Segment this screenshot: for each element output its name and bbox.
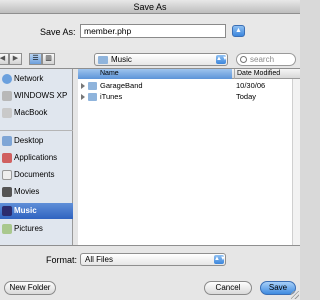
columns-icon: ▥ <box>45 55 52 62</box>
disclosure-triangle-icon[interactable] <box>81 83 85 89</box>
collapse-dialog-button[interactable]: ▲ <box>232 25 245 37</box>
file-date: Today <box>236 92 257 101</box>
sidebar-item-label: Music <box>14 206 37 215</box>
file-date: 10/30/06 <box>236 81 266 90</box>
globe-icon <box>2 74 12 84</box>
navigation-toolbar: ◀ ▶ ☰ ▥ Music ▲▼ search <box>0 50 300 68</box>
movies-icon <box>2 187 12 197</box>
sidebar-divider <box>0 130 73 131</box>
file-name: iTunes <box>100 92 123 101</box>
sidebar-item-movies[interactable]: Movies <box>0 184 73 200</box>
sidebar-item-label: Network <box>14 74 44 83</box>
forward-button[interactable]: ▶ <box>9 53 22 65</box>
drive-icon <box>2 108 12 118</box>
documents-icon <box>2 170 12 180</box>
search-input[interactable]: search <box>236 53 296 66</box>
desktop-icon <box>2 136 12 146</box>
save-as-dialog: Save As Save As: member.php ▲ ◀ ▶ ☰ ▥ Mu… <box>0 0 300 300</box>
back-button[interactable]: ◀ <box>0 53 9 65</box>
sidebar-item-applications[interactable]: Applications <box>0 150 73 166</box>
sidebar-item-label: WINDOWS XP <box>14 91 68 100</box>
file-name: GarageBand <box>100 81 143 90</box>
list-view-button[interactable]: ☰ <box>29 53 42 65</box>
sidebar-item-documents[interactable]: Documents <box>0 167 73 183</box>
resize-grip-icon[interactable] <box>291 291 299 299</box>
cancel-button[interactable]: Cancel <box>204 281 252 295</box>
sidebar-item-desktop[interactable]: Desktop <box>0 133 73 149</box>
sidebar-item-label: Pictures <box>14 224 43 233</box>
column-header-date[interactable]: Date Modified <box>234 69 280 79</box>
sidebar-item-music[interactable]: Music <box>0 203 73 219</box>
sidebar-item-pictures[interactable]: Pictures <box>0 221 73 237</box>
arrow-left-icon: ◀ <box>0 55 6 62</box>
column-header: Name Date Modified <box>78 69 300 79</box>
sidebar-item-label: Applications <box>14 153 58 162</box>
pictures-icon <box>2 224 12 234</box>
file-list: Name Date Modified GarageBand 10/30/06 i… <box>78 69 300 245</box>
search-icon <box>240 56 247 63</box>
location-label: Music <box>111 55 132 64</box>
disclosure-triangle-icon[interactable] <box>81 94 85 100</box>
format-popup[interactable]: All Files ▲▼ <box>80 253 226 266</box>
location-popup[interactable]: Music ▲▼ <box>94 53 228 66</box>
sidebar: Network WINDOWS XP MacBook Desktop Appli… <box>0 69 73 245</box>
applications-icon <box>2 153 12 163</box>
sidebar-item-label: Documents <box>14 170 55 179</box>
save-as-label: Save As: <box>40 27 76 37</box>
sidebar-item-label: MacBook <box>14 108 48 117</box>
folder-icon <box>88 93 97 101</box>
chevron-down-icon: ▲▼ <box>216 55 228 64</box>
sidebar-item-label: Movies <box>14 187 40 196</box>
format-value: All Files <box>85 255 114 264</box>
sidebar-item-label: Desktop <box>14 136 44 145</box>
search-placeholder: search <box>250 55 275 64</box>
folder-icon <box>98 56 108 64</box>
sidebar-item-macbook[interactable]: MacBook <box>0 105 73 121</box>
vertical-scrollbar[interactable] <box>292 79 300 245</box>
save-as-filename-input[interactable]: member.php <box>80 24 226 38</box>
list-icon: ☰ <box>32 55 39 62</box>
folder-icon <box>88 82 97 90</box>
list-item[interactable]: GarageBand 10/30/06 <box>78 81 300 91</box>
file-browser: Network WINDOWS XP MacBook Desktop Appli… <box>0 68 300 246</box>
sidebar-item-network[interactable]: Network <box>0 71 73 87</box>
list-item[interactable]: iTunes Today <box>78 92 300 102</box>
music-icon <box>2 206 12 216</box>
save-as-row: Save As: member.php ▲ <box>0 14 300 50</box>
sidebar-item-windows-xp[interactable]: WINDOWS XP <box>0 88 73 104</box>
chevron-down-icon: ▲▼ <box>214 255 226 264</box>
column-header-name[interactable]: Name <box>78 69 232 79</box>
column-view-button[interactable]: ▥ <box>42 53 55 65</box>
format-label: Format: <box>46 255 78 265</box>
window-title: Save As <box>0 0 300 14</box>
arrow-right-icon: ▶ <box>12 55 19 62</box>
new-folder-button[interactable]: New Folder <box>4 281 56 295</box>
drive-icon <box>2 91 12 101</box>
